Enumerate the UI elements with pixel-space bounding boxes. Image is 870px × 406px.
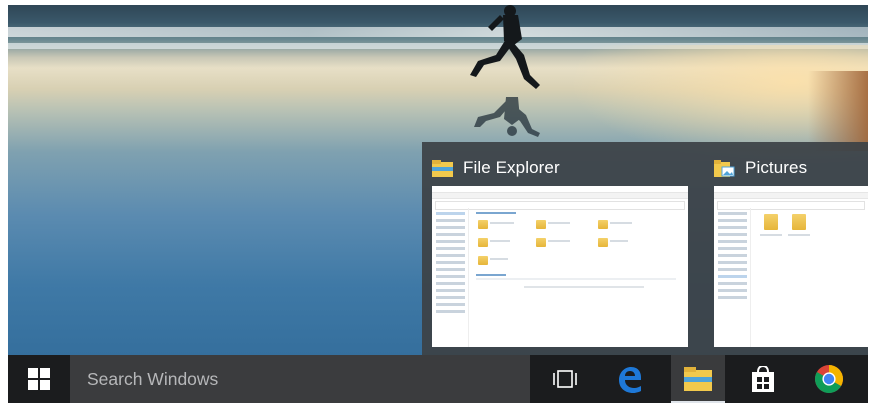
edge-button[interactable] [602, 355, 656, 403]
start-button[interactable] [8, 355, 70, 403]
windows-logo-icon [28, 368, 50, 390]
file-explorer-icon [432, 159, 453, 177]
file-explorer-button[interactable] [671, 355, 725, 403]
file-explorer-icon [684, 367, 712, 391]
task-view-thumbnails: File Explorer Pictures [422, 142, 868, 355]
store-button[interactable] [736, 355, 790, 403]
chrome-icon [815, 365, 843, 393]
chrome-button[interactable] [802, 355, 856, 403]
thumbnail-header: Pictures [714, 156, 807, 180]
desktop-screen: File Explorer Pictures Search Windows [8, 5, 868, 403]
task-view-icon [553, 370, 577, 388]
thumbnail-header: File Explorer [432, 156, 560, 180]
search-placeholder: Search Windows [87, 368, 219, 389]
taskbar: Search Windows [8, 355, 868, 403]
runner-silhouette [470, 5, 540, 137]
store-icon [752, 366, 774, 392]
pictures-folder-icon [714, 159, 735, 177]
window-title: File Explorer [463, 158, 560, 177]
window-preview [714, 186, 868, 347]
window-title: Pictures [745, 158, 808, 177]
window-preview [432, 186, 688, 347]
window-thumbnail-file-explorer[interactable]: File Explorer [422, 142, 694, 355]
edge-icon [619, 367, 641, 393]
window-thumbnail-pictures[interactable]: Pictures [704, 142, 868, 355]
task-view-button[interactable] [538, 355, 592, 403]
search-box[interactable]: Search Windows [70, 355, 530, 403]
